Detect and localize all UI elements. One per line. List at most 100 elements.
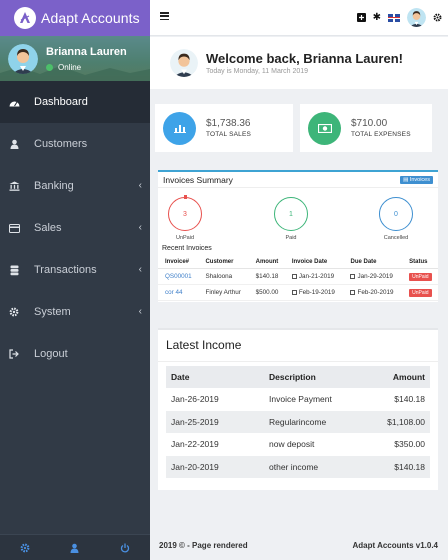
latest-income-title: Latest Income [158, 330, 438, 362]
due-date: Feb-20-2019 [357, 289, 394, 296]
total-expenses-label: TOTAL EXPENSES [351, 131, 411, 138]
sidebar-item-sales[interactable]: Sales ‹ [0, 207, 150, 249]
cancelled-count: 0 [394, 210, 398, 218]
table-row: Jan-22-2019 now deposit $350.00 [166, 433, 430, 456]
unpaid-progress-marker [184, 195, 187, 199]
total-sales-value: $1,738.36 [206, 118, 251, 129]
unpaid-label: UnPaid [175, 235, 195, 241]
recent-invoices-title: Recent Invoices [162, 245, 212, 252]
bank-icon [8, 180, 20, 192]
topbar-avatar[interactable] [407, 8, 426, 27]
due-date: Jan-29-2019 [357, 273, 393, 280]
menu-toggle-icon[interactable] [160, 12, 169, 20]
sidebar-item-dashboard[interactable]: Dashboard [0, 81, 150, 123]
latest-income-card: Latest Income Date Description Amount Ja… [158, 328, 438, 490]
due-date-cell: Jan-29-2019 [343, 268, 403, 285]
online-dot-icon [46, 63, 53, 71]
table-row: Jan-20-2019 other income $140.18 [166, 455, 430, 478]
chevron-left-icon: ‹ [138, 306, 142, 317]
sidebar: Adapt Accounts Brianna Lauren Online Das… [0, 0, 150, 560]
invoices-link-button[interactable]: ▤ Invoices [400, 175, 433, 184]
user-name: Brianna Lauren [46, 45, 127, 58]
sidebar-menu: Dashboard Customers Banking ‹ Sales ‹ Tr… [0, 81, 150, 375]
sidebar-item-system[interactable]: System ‹ [0, 291, 150, 333]
income-description: other income [264, 455, 362, 478]
asterisk-icon[interactable]: ✱ [373, 12, 381, 23]
due-date-cell: Feb-20-2019 [343, 284, 403, 301]
column-header: Date [166, 366, 264, 388]
table-row: Jan-26-2019 Invoice Payment $140.18 [166, 388, 430, 411]
welcome-title: Welcome back, Brianna Lauren! [206, 51, 403, 66]
status-cell: UnPaid [402, 268, 438, 285]
paid-label: Paid [285, 235, 297, 241]
sidebar-item-transactions[interactable]: Transactions ‹ [0, 249, 150, 291]
status-badge: UnPaid [409, 273, 432, 281]
settings-gear-icon[interactable] [20, 543, 30, 553]
calendar-icon [291, 290, 297, 295]
table-row: QS00001 Shaloona $140.18 Jan-21-2019 Jan… [158, 268, 438, 285]
column-header: Status [402, 256, 438, 269]
invoice-number-link[interactable]: cor 44 [158, 284, 199, 301]
welcome-avatar [170, 49, 198, 77]
money-icon [308, 111, 341, 145]
uk-flag-icon[interactable] [388, 13, 400, 22]
gear-icon[interactable] [433, 13, 442, 22]
latest-income-table: Date Description Amount Jan-26-2019 Invo… [166, 366, 430, 478]
total-sales-label: TOTAL SALES [206, 131, 252, 138]
user-avatar [8, 43, 38, 74]
recent-invoices-table: Invoice# Customer Amount Invoice Date Du… [158, 256, 438, 301]
income-description: Invoice Payment [269, 394, 332, 405]
unpaid-count-circle[interactable]: 3 [168, 197, 202, 231]
sidebar-item-logout[interactable]: Logout [0, 333, 150, 375]
dashboard-icon [8, 96, 20, 108]
column-header: Invoice# [158, 256, 199, 269]
invoices-link-label: Invoices [409, 176, 430, 183]
invoice-customer: Shaloona [198, 268, 249, 285]
invoices-summary-title: Invoices Summary [163, 174, 233, 185]
paid-count-circle[interactable]: 1 [274, 197, 308, 231]
plus-square-icon[interactable] [356, 13, 366, 22]
column-header: Invoice Date [284, 256, 344, 269]
total-expenses-card: $710.00 TOTAL EXPENSES [300, 104, 432, 152]
sidebar-item-label: Logout [34, 348, 68, 360]
invoice-amount: $140.18 [248, 268, 285, 285]
sidebar-item-label: System [34, 306, 71, 318]
invoice-date: Jan-21-2019 [298, 273, 335, 280]
user-status: Online [46, 63, 127, 72]
invoice-date: Feb-19-2019 [298, 289, 335, 296]
user-panel: Brianna Lauren Online [0, 36, 150, 81]
income-date: Jan-25-2019 [166, 410, 264, 433]
calendar-icon [350, 274, 356, 279]
profile-user-icon[interactable] [70, 543, 79, 553]
invoices-summary-card: Invoices Summary ▤ Invoices 3 UnPaid 1 P… [158, 170, 438, 302]
brand[interactable]: Adapt Accounts [0, 0, 150, 36]
income-amount: $350.00 [394, 439, 425, 450]
column-header: Amount [361, 366, 430, 388]
cancelled-label: Cancelled [383, 235, 409, 241]
sidebar-item-label: Transactions [34, 264, 97, 276]
calendar-icon [350, 290, 356, 295]
app-title: Adapt Accounts [41, 10, 140, 26]
income-date: Jan-22-2019 [171, 439, 219, 450]
power-icon[interactable] [120, 543, 130, 553]
table-row: cor 44 Finley Arthur $500.00 Feb-19-2019… [158, 284, 438, 301]
column-header: Description [264, 366, 362, 388]
invoice-date-cell: Jan-21-2019 [284, 268, 344, 285]
income-description: now deposit [269, 439, 315, 450]
cancelled-count-circle[interactable]: 0 [379, 197, 413, 231]
sidebar-footer [0, 534, 150, 560]
column-header: Customer [198, 256, 249, 269]
sidebar-item-label: Sales [34, 222, 62, 234]
invoice-amount: $500.00 [248, 284, 285, 301]
footer-version: Adapt Accounts v1.0.4 [352, 540, 438, 550]
sidebar-item-customers[interactable]: Customers [0, 123, 150, 165]
income-amount: $1,108.00 [361, 410, 430, 433]
logo-icon [14, 7, 36, 29]
sidebar-item-banking[interactable]: Banking ‹ [0, 165, 150, 207]
paid-count: 1 [289, 210, 293, 218]
table-row: Jan-25-2019 Regularincome $1,108.00 [166, 410, 430, 433]
chevron-left-icon: ‹ [138, 264, 142, 275]
database-icon [8, 264, 20, 276]
welcome-panel: Welcome back, Brianna Lauren! Today is M… [150, 37, 448, 89]
invoice-number-link[interactable]: QS00001 [158, 268, 199, 285]
